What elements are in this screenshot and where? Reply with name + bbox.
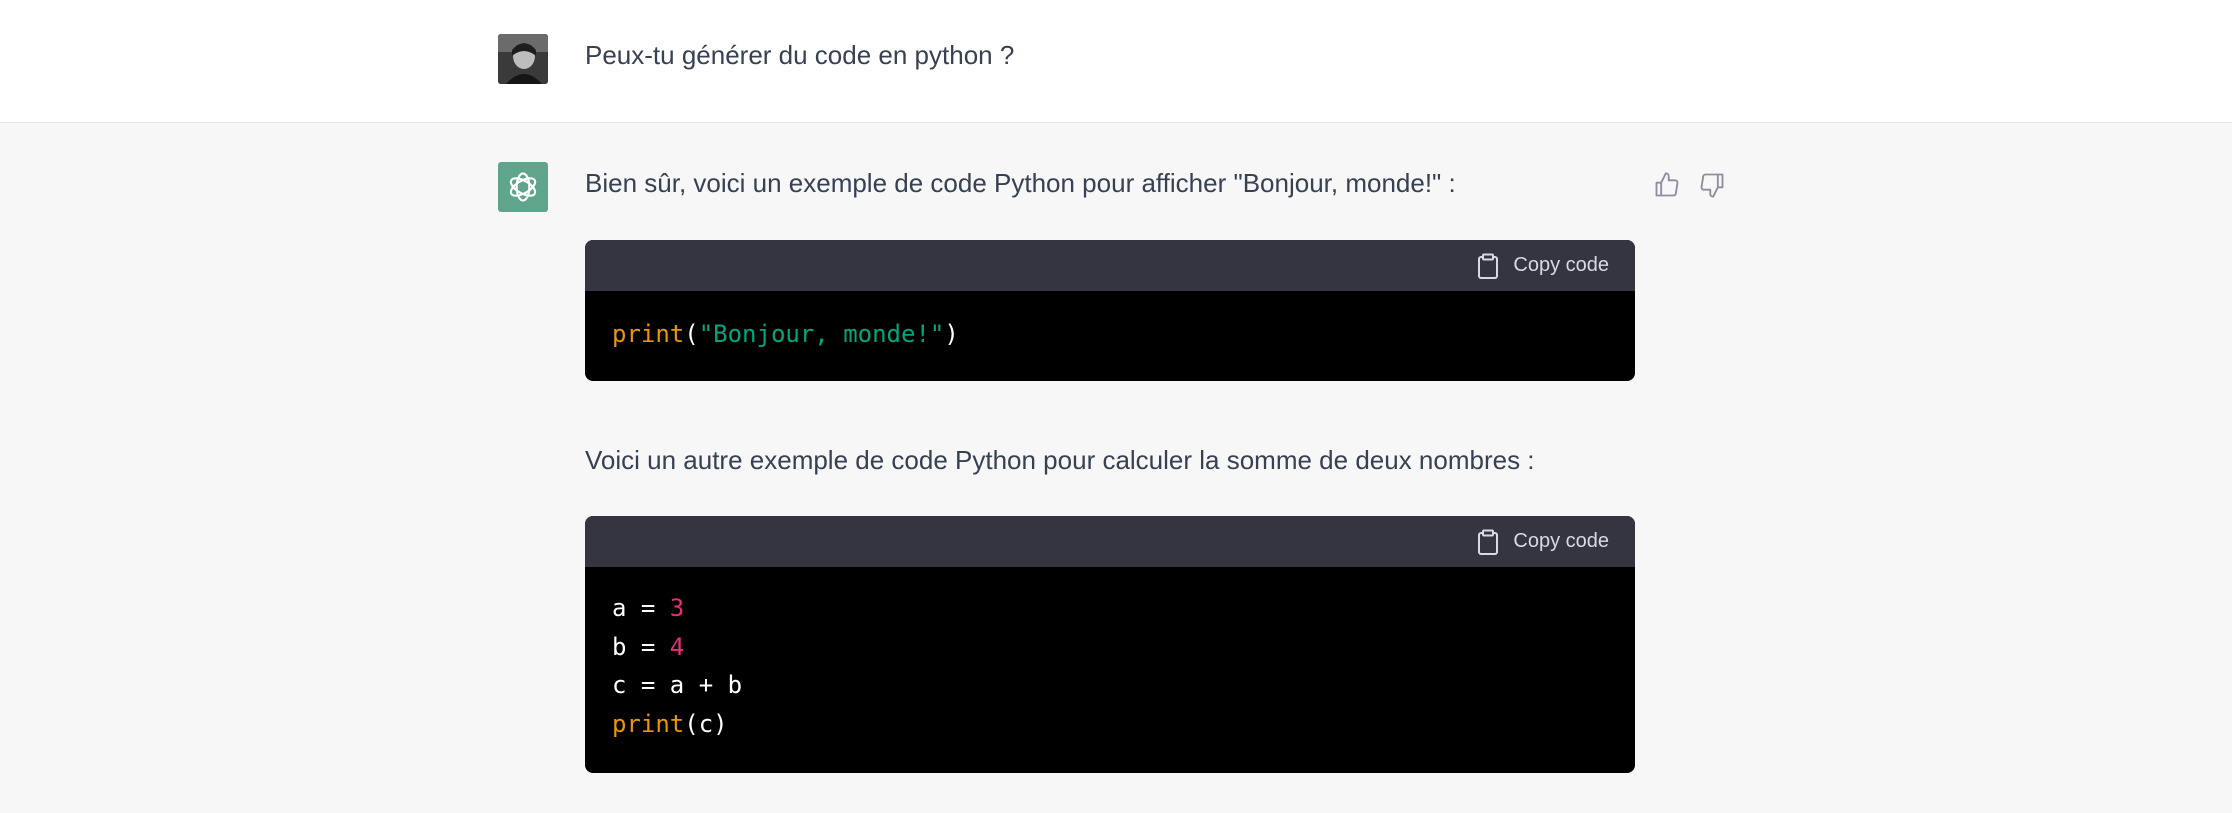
assistant-message-row: Bien sûr, voici un exemple de code Pytho…: [0, 123, 2232, 813]
code-line: c = a + b: [612, 666, 1608, 705]
user-message-text: Peux-tu générer du code en python ?: [585, 40, 1015, 70]
code-line: print(c): [612, 705, 1608, 744]
user-message-row: Peux-tu générer du code en python ?: [0, 0, 2232, 123]
thumbs-down-button[interactable]: [1695, 168, 1729, 202]
user-avatar: [498, 34, 548, 84]
code-token: (: [684, 320, 699, 348]
copy-code-button[interactable]: Copy code: [1477, 253, 1609, 279]
code-block-header: Copy code: [585, 240, 1635, 291]
code-token: b =: [612, 632, 670, 661]
code-content: a = 3b = 4c = a + b print(c): [585, 567, 1635, 773]
assistant-avatar: [498, 162, 548, 212]
code-line: print("Bonjour, monde!"): [612, 315, 1608, 354]
clipboard-icon: [1478, 253, 1499, 279]
assistant-second-text: Voici un autre exemple de code Python po…: [585, 445, 1535, 475]
code-token: a =: [612, 594, 670, 622]
code-token: ): [944, 320, 959, 348]
copy-code-label: Copy code: [1513, 254, 1609, 276]
code-line: b = 4: [612, 628, 1608, 667]
thumbs-down-icon: [1700, 173, 1724, 198]
copy-code-label: Copy code: [1513, 530, 1609, 552]
code-token: print: [612, 320, 685, 348]
code-token: 3: [669, 594, 685, 622]
clipboard-icon: [1478, 529, 1499, 555]
thumbs-up-icon: [1655, 172, 1679, 197]
assistant-intro-text: Bien sûr, voici un exemple de code Pytho…: [585, 168, 1456, 198]
code-line: a = 3: [612, 589, 1608, 628]
user-avatar-photo: [498, 34, 548, 84]
code-token: (c): [684, 709, 728, 738]
code-block-2: Copy code a = 3b = 4c = a + b print(c): [585, 516, 1635, 773]
openai-logo-icon: [509, 172, 537, 202]
code-token: print: [612, 709, 685, 738]
thumbs-up-button[interactable]: [1650, 168, 1684, 202]
code-block-1: Copy code print("Bonjour, monde!"): [585, 240, 1635, 381]
code-token: 4: [669, 632, 685, 661]
copy-code-button[interactable]: Copy code: [1477, 529, 1609, 555]
code-token: c = a + b: [612, 671, 743, 699]
code-content: print("Bonjour, monde!"): [585, 291, 1635, 381]
code-block-header: Copy code: [585, 516, 1635, 567]
code-token: "Bonjour, monde!": [698, 320, 945, 348]
